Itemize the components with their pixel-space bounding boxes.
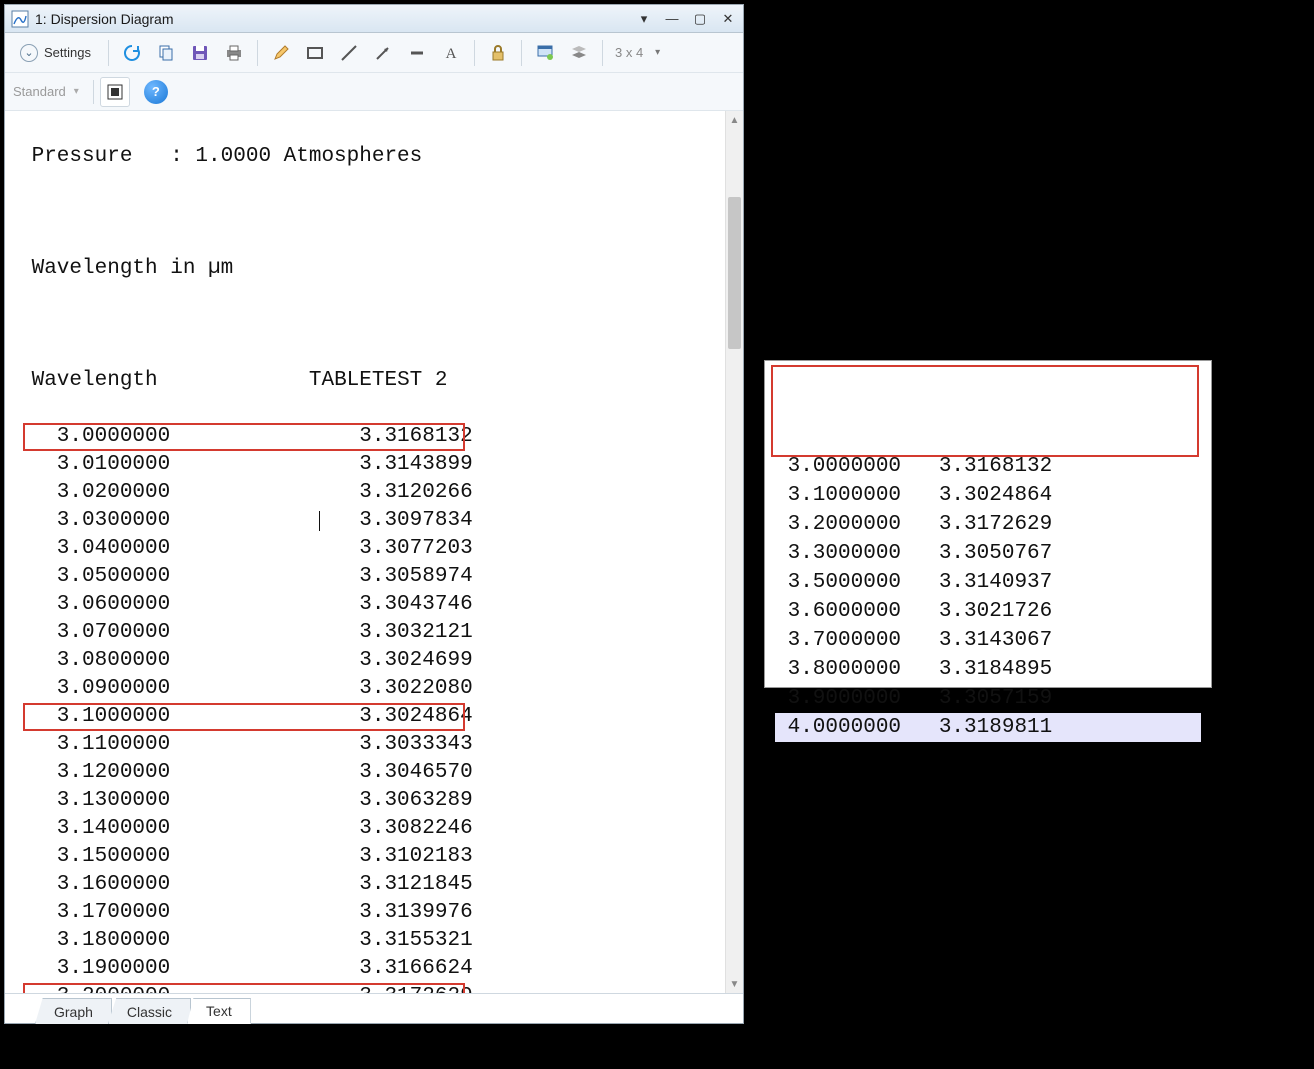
vertical-scrollbar[interactable]: ▲ ▼ <box>725 111 743 993</box>
table-row: 4.0000000 3.3189811 <box>775 713 1201 742</box>
separator <box>257 40 258 66</box>
grid-size-label[interactable]: 3 x 4 <box>611 45 649 60</box>
tab-text[interactable]: Text <box>187 998 251 1024</box>
help-button[interactable]: ? <box>144 80 168 104</box>
table-row: 3.2000000 3.3172629 <box>19 983 725 993</box>
table-row: 3.1000000 3.3024864 <box>19 703 725 731</box>
table-row: 3.0200000 3.3120266 <box>19 479 725 507</box>
scroll-down-button[interactable]: ▼ <box>726 975 743 993</box>
table-row: 3.0500000 3.3058974 <box>19 563 725 591</box>
caret-icon[interactable]: ▾ <box>653 47 660 58</box>
table-row: 3.1500000 3.3102183 <box>19 843 725 871</box>
settings-label: Settings <box>44 45 91 60</box>
save-button[interactable] <box>185 38 215 68</box>
table-row: 3.0000000 3.3168132 <box>775 452 1201 481</box>
pencil-button[interactable] <box>266 38 296 68</box>
table-row: 3.1300000 3.3063289 <box>19 787 725 815</box>
maximize-button[interactable]: ▢ <box>691 10 709 28</box>
titlebar[interactable]: 1: Dispersion Diagram ▾ — ▢ ✕ <box>5 5 743 33</box>
table-row: 3.0300000 3.3097834 <box>19 507 725 535</box>
table-row: 3.1400000 3.3082246 <box>19 815 725 843</box>
table-row: 3.0400000 3.3077203 <box>19 535 725 563</box>
tab-strip: GraphClassicText <box>5 993 743 1023</box>
table-row: 3.5000000 3.3140937 <box>775 568 1201 597</box>
tab-graph[interactable]: Graph <box>35 998 112 1024</box>
table-row: 3.0900000 3.3022080 <box>19 675 725 703</box>
chevron-down-icon: ⌄ <box>20 44 38 62</box>
table-row: 3.1800000 3.3155321 <box>19 927 725 955</box>
close-button[interactable]: ✕ <box>719 10 737 28</box>
scroll-thumb[interactable] <box>728 197 741 349</box>
separator <box>602 40 603 66</box>
scroll-up-button[interactable]: ▲ <box>726 111 743 129</box>
table-row: 3.1200000 3.3046570 <box>19 759 725 787</box>
separator <box>474 40 475 66</box>
table-row: 3.3000000 3.3050767 <box>775 539 1201 568</box>
refresh-button[interactable] <box>117 38 147 68</box>
table-row: 3.0100000 3.3143899 <box>19 451 725 479</box>
tab-classic[interactable]: Classic <box>108 998 191 1024</box>
svg-text:A: A <box>446 46 457 62</box>
separator <box>93 80 94 104</box>
table-row: 3.6000000 3.3021726 <box>775 597 1201 626</box>
table-row: 3.1900000 3.3166624 <box>19 955 725 983</box>
toolbar-secondary: Standard ▾ ? <box>5 73 743 111</box>
table-row: 3.0000000 3.3168132 <box>19 423 725 451</box>
table-row: 3.1000000 3.3024864 <box>775 481 1201 510</box>
highlight-box <box>771 365 1199 457</box>
table-row: 3.0600000 3.3043746 <box>19 591 725 619</box>
separator <box>108 40 109 66</box>
rectangle-button[interactable] <box>300 38 330 68</box>
units-line: Wavelength in µm <box>19 255 725 283</box>
app-icon <box>11 10 29 28</box>
standard-dropdown[interactable]: Standard <box>13 84 68 99</box>
table-row: 3.8000000 3.3184895 <box>775 655 1201 684</box>
separator <box>521 40 522 66</box>
table-row: 3.9000000 3.3057159 <box>775 684 1201 713</box>
pressure-line: Pressure : 1.0000 Atmospheres <box>19 143 725 171</box>
window-config-button[interactable] <box>530 38 560 68</box>
table-row: 3.2000000 3.3172629 <box>775 510 1201 539</box>
layers-button[interactable] <box>564 38 594 68</box>
text-output: Pressure : 1.0000 Atmospheres Wavelength… <box>5 111 725 993</box>
text-annotation-button[interactable]: A <box>436 38 466 68</box>
table-row: 3.1700000 3.3139976 <box>19 899 725 927</box>
minus-button[interactable] <box>402 38 432 68</box>
copy-button[interactable] <box>151 38 181 68</box>
table-row: 3.1100000 3.3033343 <box>19 731 725 759</box>
table-row: 3.1600000 3.3121845 <box>19 871 725 899</box>
minimize-button[interactable]: — <box>663 10 681 28</box>
window-title: 1: Dispersion Diagram <box>35 11 629 27</box>
table-row: 3.7000000 3.3143067 <box>775 626 1201 655</box>
arrow-button[interactable] <box>368 38 398 68</box>
scroll-track[interactable] <box>726 129 743 975</box>
toolbar-main: ⌄ Settings A <box>5 33 743 73</box>
print-button[interactable] <box>219 38 249 68</box>
dropdown-icon[interactable]: ▾ <box>635 10 653 28</box>
frame-toggle-button[interactable] <box>100 77 130 107</box>
reference-table-panel: 3.0000000 3.3168132 3.1000000 3.3024864 … <box>764 360 1212 688</box>
table-row: 3.0800000 3.3024699 <box>19 647 725 675</box>
line-button[interactable] <box>334 38 364 68</box>
text-cursor <box>319 511 320 531</box>
table-row: 3.0700000 3.3032121 <box>19 619 725 647</box>
dispersion-window: 1: Dispersion Diagram ▾ — ▢ ✕ ⌄ Settings <box>4 4 744 1024</box>
caret-icon[interactable]: ▾ <box>74 86 87 97</box>
table-header: Wavelength TABLETEST 2 <box>19 367 725 395</box>
settings-button[interactable]: ⌄ Settings <box>11 38 100 68</box>
lock-button[interactable] <box>483 38 513 68</box>
